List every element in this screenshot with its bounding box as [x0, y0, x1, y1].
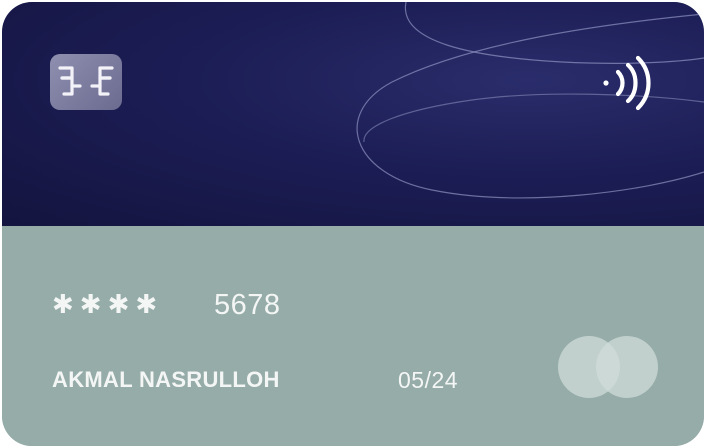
- card-top-section: [2, 2, 704, 226]
- card-decor-lines: [356, 2, 704, 199]
- masked-card-digits: ✱✱✱✱: [52, 289, 164, 319]
- card-last-four-digits: 5678: [214, 289, 281, 321]
- contactless-icon: [603, 55, 651, 111]
- card-chip-icon: [50, 54, 122, 110]
- cardholder-name: AKMAL NASRULLOH: [52, 367, 280, 392]
- payment-card: ✱✱✱✱ 5678 AKMAL NASRULLOH 05/24: [2, 2, 704, 446]
- mastercard-logo-icon: [558, 336, 658, 398]
- card-expiry-date: 05/24: [398, 367, 459, 393]
